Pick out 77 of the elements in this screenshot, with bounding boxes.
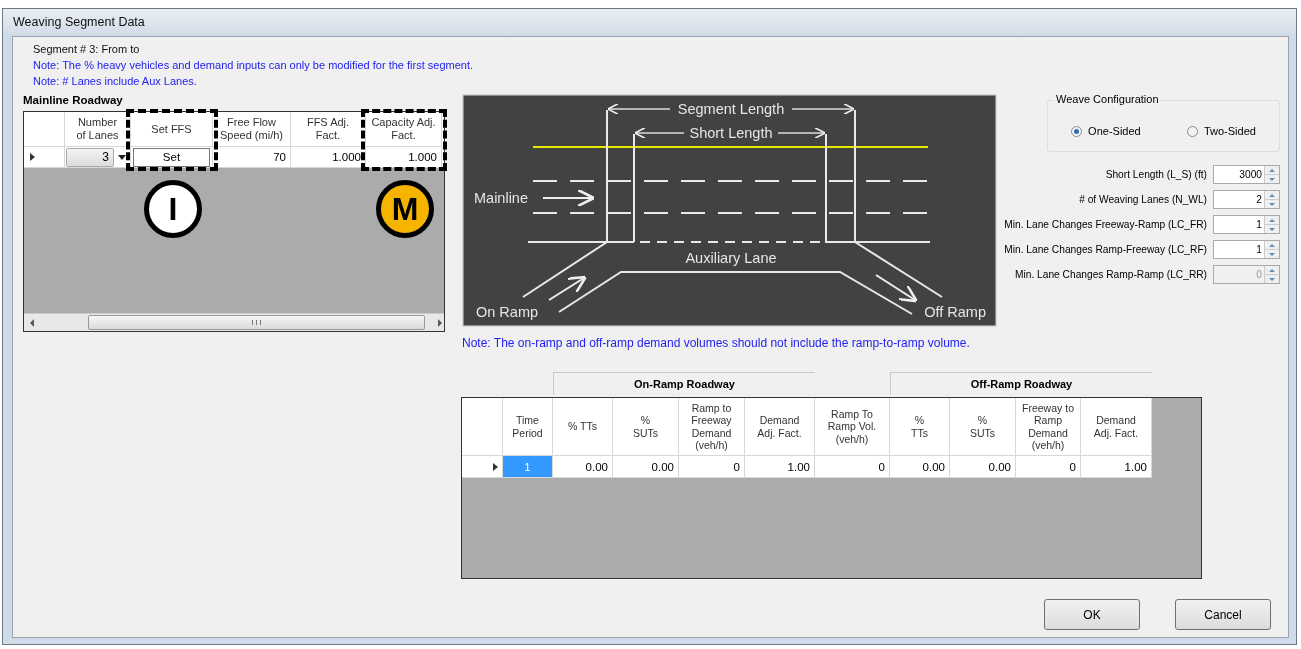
field-label: # of Weaving Lanes (N_WL) xyxy=(1079,194,1207,205)
column-header: Freeway to Ramp Demand (veh/h) xyxy=(1016,398,1081,456)
scroll-left-icon[interactable] xyxy=(30,318,34,327)
column-header: Ramp To Ramp Vol. (veh/h) xyxy=(815,398,890,456)
radio-button[interactable] xyxy=(1071,125,1083,137)
segment-label: Segment # 3: From to xyxy=(33,43,141,55)
table-cell: 1.000 xyxy=(366,147,442,168)
column-header: Number of Lanes xyxy=(65,112,131,147)
column-header: Ramp to Freeway Demand (veh/h) xyxy=(679,398,745,456)
on-ramp-arrow xyxy=(548,275,587,301)
column-header: Demand Adj. Fact. xyxy=(1081,398,1152,456)
column-header: Free Flow Speed (mi/h) xyxy=(213,112,291,147)
number-spinner[interactable]: 2 xyxy=(1213,190,1280,209)
table-cell[interactable]: 1.00 xyxy=(1081,456,1152,478)
cancel-button[interactable]: Cancel xyxy=(1175,599,1271,630)
column-header: Demand Adj. Fact. xyxy=(745,398,815,456)
column-header: Capacity Adj. Fact. xyxy=(366,112,442,147)
field-label: Short Length (L_S) (ft) xyxy=(1105,169,1207,180)
section-title: Mainline Roadway xyxy=(23,94,124,108)
note-text: Note: The % heavy vehicles and demand inputs can only be modified for the first segment. xyxy=(33,59,475,71)
grip-icon xyxy=(252,320,261,325)
spinner-arrows-icon[interactable] xyxy=(1264,166,1279,183)
horizontal-scrollbar[interactable] xyxy=(24,313,444,331)
table-cell[interactable]: 1.00 xyxy=(745,456,815,478)
group-title: Weave Configuration xyxy=(1054,93,1161,105)
radio-option[interactable]: One-Sided xyxy=(1071,125,1141,137)
table-cell[interactable]: 0 xyxy=(1016,456,1081,478)
mainline-arrow xyxy=(542,188,596,208)
table-cell[interactable]: 0.00 xyxy=(613,456,679,478)
column-header: % SUTs xyxy=(950,398,1016,456)
table-cell[interactable]: 0.00 xyxy=(890,456,950,478)
diagram-label: On Ramp xyxy=(476,304,539,320)
scrollbar-thumb[interactable] xyxy=(88,315,425,330)
field-label: Min. Lane Changes Ramp-Ramp (LC_RR) xyxy=(1015,269,1207,280)
field-label: Min. Lane Changes Freeway-Ramp (LC_FR) xyxy=(1004,219,1207,230)
set-button[interactable]: Set xyxy=(133,147,210,167)
callout-marker: I xyxy=(144,180,202,238)
diagram-label: Auxiliary Lane xyxy=(685,250,777,266)
radio-button[interactable] xyxy=(1186,125,1198,137)
column-header: Set FFS xyxy=(131,112,213,147)
row-indicator-icon xyxy=(30,153,35,161)
column-header: FFS Adj. Fact. xyxy=(291,112,366,147)
number-spinner[interactable]: 1 xyxy=(1213,215,1280,234)
ok-button[interactable]: OK xyxy=(1044,599,1140,630)
column-header: Time Period xyxy=(503,398,553,456)
radio-label: Two-Sided xyxy=(1203,125,1256,137)
note-text: Note: # Lanes include Aux Lanes. xyxy=(33,75,198,87)
table-cell[interactable]: 0 xyxy=(815,456,890,478)
spinner-arrows-icon[interactable] xyxy=(1264,216,1279,233)
note-text: Note: The on-ramp and off-ramp demand volumes should not include the ramp-to-ramp volume. xyxy=(462,336,971,350)
radio-option[interactable]: Two-Sided xyxy=(1186,125,1256,137)
table-cell[interactable]: 0.00 xyxy=(950,456,1016,478)
spinner-arrows-icon[interactable] xyxy=(1264,191,1279,208)
column-header: % TTs xyxy=(890,398,950,456)
column-header: % TTs xyxy=(553,398,613,456)
table-cell: 1.000 xyxy=(291,147,366,168)
group-header: On-Ramp Roadway xyxy=(553,372,815,395)
callout-marker: M xyxy=(376,180,434,238)
window-title: Weaving Segment Data xyxy=(13,14,145,29)
column-header: % SUTs xyxy=(613,398,679,456)
diagram-label: Short Length xyxy=(689,125,773,141)
dropdown-arrow-icon xyxy=(118,154,126,160)
diagram-label: Off Ramp xyxy=(924,304,986,320)
group-header: Off-Ramp Roadway xyxy=(890,372,1152,395)
number-spinner[interactable]: 3000 xyxy=(1213,165,1280,184)
row-indicator-icon xyxy=(493,462,498,471)
number-spinner[interactable]: 1 xyxy=(1213,240,1280,259)
off-ramp-arrow xyxy=(875,274,918,303)
radio-label: One-Sided xyxy=(1088,125,1141,137)
table-cell: 70 xyxy=(213,147,291,168)
spinner-arrows-icon[interactable] xyxy=(1264,241,1279,258)
diagram-label: Segment Length xyxy=(677,101,785,117)
table-cell[interactable]: 0 xyxy=(679,456,745,478)
field-label: Min. Lane Changes Ramp-Freeway (LC_RF) xyxy=(1004,244,1207,255)
table-cell[interactable]: 0.00 xyxy=(553,456,613,478)
scroll-right-icon[interactable] xyxy=(438,318,442,327)
diagram-label: Mainline xyxy=(474,190,528,206)
